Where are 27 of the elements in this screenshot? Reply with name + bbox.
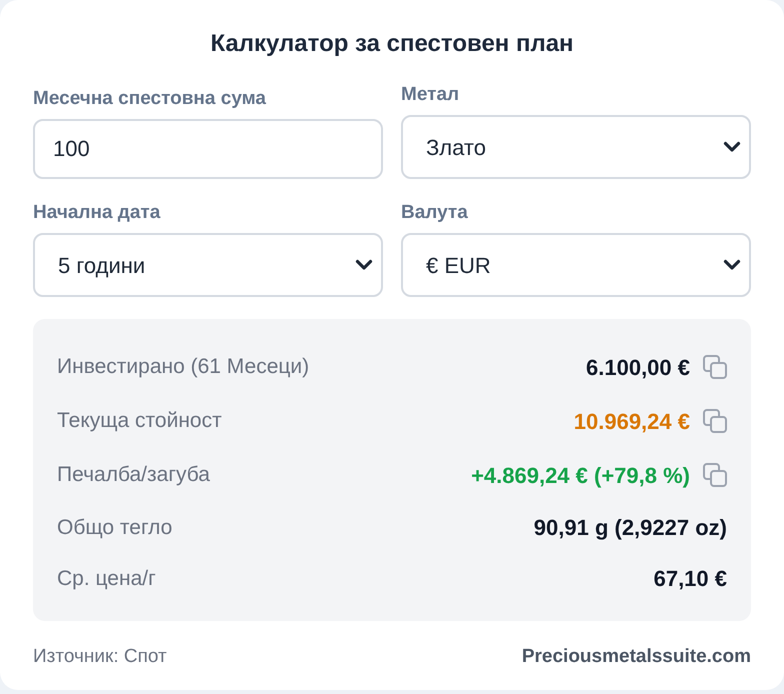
result-label: Общо тегло: [57, 514, 172, 541]
amount-input[interactable]: 100: [33, 119, 383, 179]
result-value: +4.869,24 € (+79,8 %): [471, 462, 690, 490]
result-value: 90,91 g (2,9227 oz): [534, 514, 727, 542]
result-label: Текуща стойност: [57, 408, 222, 434]
dropdown-select[interactable]: € EUR: [401, 233, 751, 297]
dropdown-select[interactable]: 5 години: [33, 233, 383, 297]
copy-icon[interactable]: [703, 409, 727, 433]
chevron-down-icon: [355, 259, 373, 271]
field-label: Начална дата: [33, 202, 162, 224]
result-label: Ср. цена/г: [57, 566, 156, 592]
result-value: 6.100,00 €: [586, 354, 690, 382]
copy-icon[interactable]: [703, 463, 727, 487]
field-label: Месечна спестовна сума: [33, 88, 268, 110]
field-label: Валута: [401, 202, 469, 224]
result-value: 10.969,24 €: [574, 408, 690, 436]
chevron-down-icon: [723, 259, 741, 271]
result-label: Печалба/загуба: [57, 462, 210, 488]
dropdown-select[interactable]: Злато: [401, 115, 751, 179]
copy-icon[interactable]: [703, 355, 727, 379]
brand-text: Preciousmetalssuite.com: [522, 645, 751, 669]
field-label: Метал: [401, 84, 460, 106]
calculator-title: Калкулатор за спестовен план: [209, 29, 575, 59]
chevron-down-icon: [723, 141, 741, 153]
source-text: Източник: Спот: [33, 645, 167, 669]
result-label: Инвестирано (61 Месеци): [57, 354, 310, 380]
result-value: 67,10 €: [654, 565, 727, 593]
